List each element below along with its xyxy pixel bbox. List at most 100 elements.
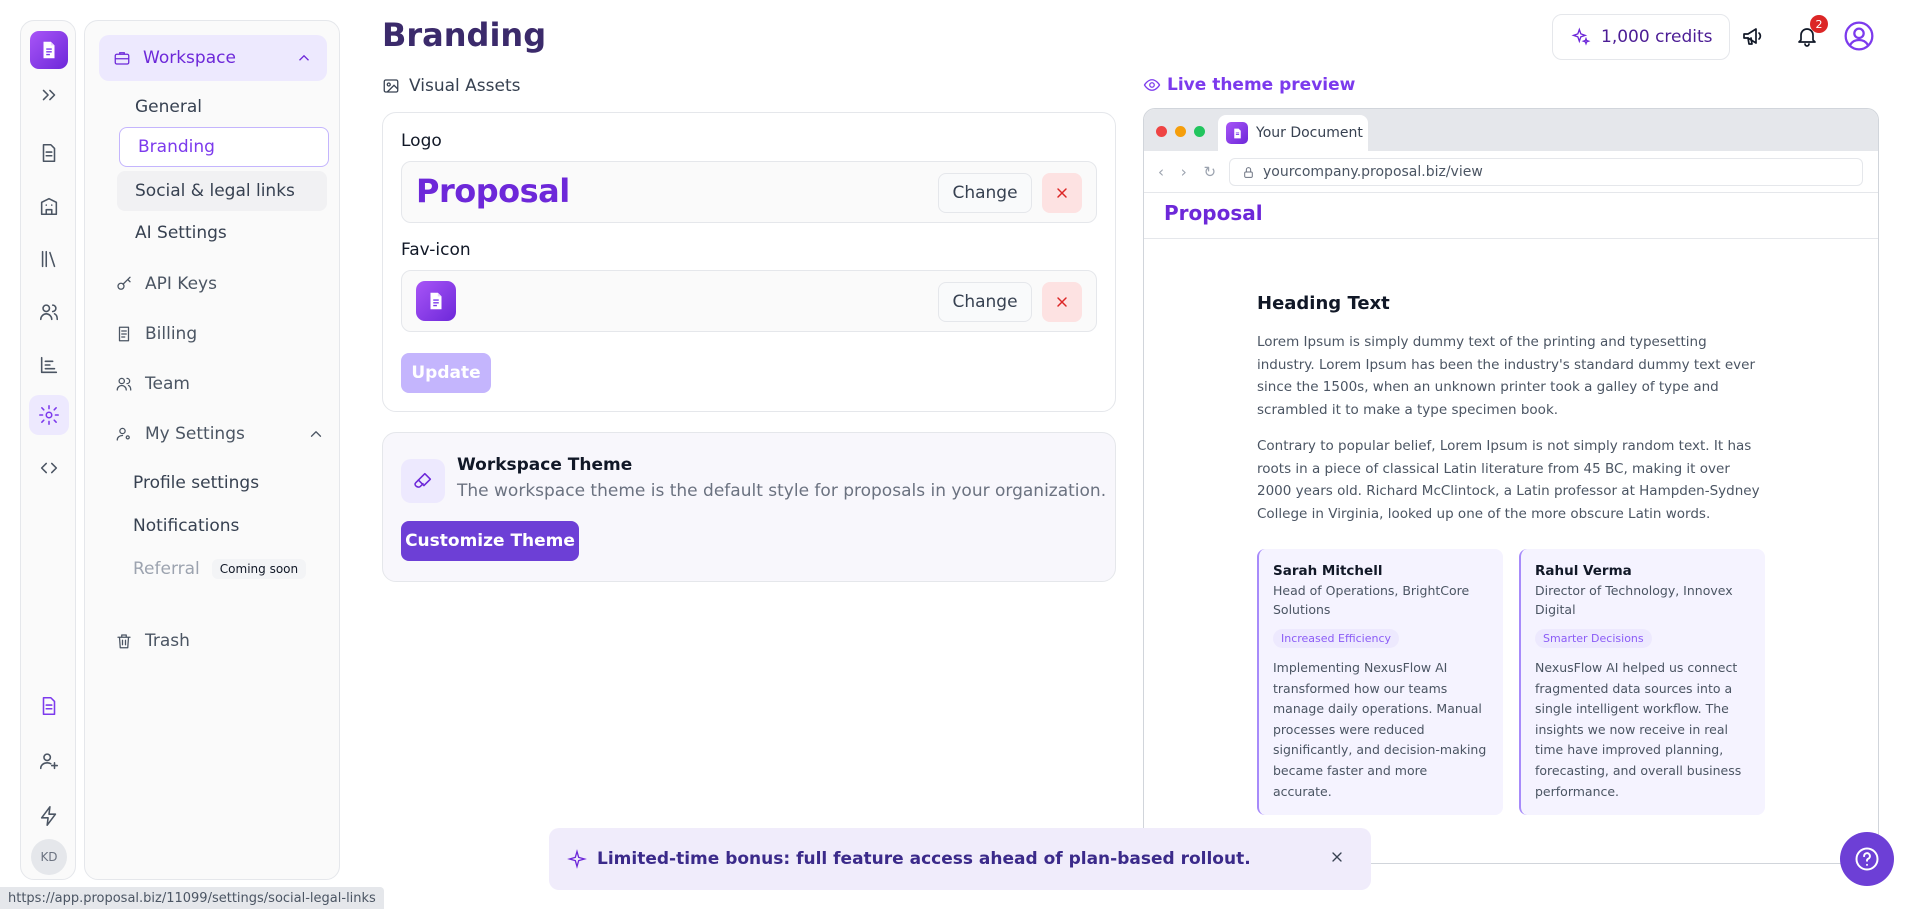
sidebar-item-notifications[interactable]: Notifications	[133, 511, 239, 541]
trash-icon	[117, 634, 131, 649]
banner-close-icon[interactable]	[1329, 849, 1349, 869]
browser-nav-icons: ‹ › ↻	[1158, 163, 1223, 181]
question-icon	[1855, 847, 1879, 871]
lock-icon	[1244, 166, 1253, 178]
testimonial-role: Head of Operations, BrightCore Solutions	[1273, 583, 1470, 617]
logo-image: Proposal	[416, 172, 570, 210]
testimonial-body: NexusFlow AI helped us connect fragmente…	[1535, 660, 1742, 799]
notification-count-badge: 2	[1810, 15, 1828, 33]
user-avatar[interactable]: KD	[31, 839, 67, 875]
logo-label: Logo	[401, 131, 442, 151]
remove-logo-button[interactable]	[1042, 173, 1082, 213]
expand-sidebar-icon[interactable]	[29, 75, 69, 115]
sidebar-item-social-legal-links[interactable]: Social & legal links	[117, 171, 327, 211]
sidebar-item-api-keys[interactable]: API Keys	[115, 264, 325, 304]
workspace-section-toggle[interactable]: Workspace	[99, 35, 327, 81]
visual-assets-label: Visual Assets	[409, 76, 521, 96]
testimonial-role: Director of Technology, Innovex Digital	[1535, 583, 1733, 617]
sidebar-item-general[interactable]: General	[117, 87, 327, 127]
api-keys-label: API Keys	[145, 274, 217, 294]
browser-preview-frame: Your Document ‹ › ↻ yourcompany.proposal…	[1143, 108, 1879, 864]
preview-paragraph-2: Contrary to popular belief, Lorem Ipsum …	[1257, 438, 1760, 522]
invite-user-icon[interactable]	[29, 741, 69, 781]
change-logo-button[interactable]: Change	[938, 173, 1032, 213]
receipt-icon	[118, 326, 130, 342]
tab-title: Your Document	[1256, 125, 1363, 141]
notifications-bell-icon[interactable]: 2	[1790, 15, 1828, 53]
window-minimize-dot	[1175, 126, 1186, 137]
contacts-icon[interactable]	[29, 292, 69, 332]
my-settings-section-toggle[interactable]: My Settings	[115, 414, 325, 454]
settings-sidebar: Workspace General Branding Social & lega…	[84, 20, 340, 880]
workspace-theme-card: Workspace Theme The workspace theme is t…	[382, 432, 1116, 582]
logo-preview-box: Proposal Change	[401, 161, 1097, 223]
sidebar-item-trash[interactable]: Trash	[115, 621, 325, 661]
testimonial-card: Rahul Verma Director of Technology, Inno…	[1519, 549, 1765, 815]
building-icon[interactable]	[29, 186, 69, 226]
workspace-label: Workspace	[143, 48, 236, 68]
close-icon	[1057, 188, 1067, 198]
favicon-image	[416, 281, 456, 321]
live-preview-heading: Live theme preview	[1143, 75, 1355, 95]
eye-icon	[1143, 79, 1161, 91]
preview-url: yourcompany.proposal.biz/view	[1229, 158, 1863, 186]
sidebar-item-profile-settings[interactable]: Profile settings	[133, 468, 259, 498]
window-close-dot	[1156, 126, 1167, 137]
chevron-up-icon	[310, 431, 322, 437]
testimonial-tag: Smarter Decisions	[1535, 629, 1652, 648]
browser-status-url: https://app.proposal.biz/11099/settings/…	[0, 887, 384, 909]
documents-icon[interactable]	[29, 133, 69, 173]
visual-assets-heading: Visual Assets	[382, 76, 520, 96]
app-logo-icon[interactable]	[30, 31, 68, 69]
new-document-icon[interactable]	[29, 686, 69, 726]
update-button[interactable]: Update	[401, 353, 491, 393]
testimonial-name: Rahul Verma	[1535, 563, 1632, 579]
credits-label: 1,000 credits	[1601, 27, 1713, 47]
profile-icon[interactable]	[1842, 19, 1876, 53]
coming-soon-badge: Coming soon	[211, 559, 307, 579]
code-icon[interactable]	[29, 448, 69, 488]
sidebar-item-branding[interactable]: Branding	[119, 127, 329, 167]
preview-heading: Heading Text	[1257, 293, 1390, 314]
help-button[interactable]	[1840, 832, 1894, 886]
browser-url-bar: ‹ › ↻ yourcompany.proposal.biz/view	[1144, 151, 1878, 193]
window-maximize-dot	[1194, 126, 1205, 137]
sidebar-item-referral: Referral Coming soon	[133, 554, 307, 584]
sidebar-item-billing[interactable]: Billing	[115, 314, 325, 354]
credits-button[interactable]: 1,000 credits	[1552, 14, 1730, 60]
preview-paragraph-1: Lorem Ipsum is simply dummy text of the …	[1257, 334, 1756, 418]
testimonial-body: Implementing NexusFlow AI transformed ho…	[1273, 660, 1487, 799]
chevron-up-icon	[299, 54, 309, 61]
customize-theme-button[interactable]: Customize Theme	[401, 521, 579, 561]
testimonial-tag: Increased Efficiency	[1273, 629, 1400, 648]
preview-url-text: yourcompany.proposal.biz/view	[1263, 164, 1483, 180]
promo-banner-text: Limited-time bonus: full feature access …	[597, 849, 1251, 869]
browser-tab-bar: Your Document	[1144, 109, 1878, 151]
remove-favicon-button[interactable]	[1042, 282, 1082, 322]
sparkle-icon	[567, 849, 587, 869]
analytics-icon[interactable]	[29, 345, 69, 385]
image-icon	[383, 79, 399, 93]
change-favicon-button[interactable]: Change	[938, 282, 1032, 322]
library-icon[interactable]	[29, 239, 69, 279]
promo-banner: Limited-time bonus: full feature access …	[549, 828, 1371, 890]
close-icon	[1057, 297, 1067, 307]
live-preview-label: Live theme preview	[1167, 75, 1356, 95]
lightning-icon[interactable]	[29, 796, 69, 836]
testimonial-name: Sarah Mitchell	[1273, 563, 1383, 579]
referral-label: Referral	[133, 559, 200, 579]
sidebar-item-team[interactable]: Team	[115, 364, 325, 404]
briefcase-icon	[114, 52, 130, 65]
preview-site-header: Proposal	[1144, 193, 1878, 239]
favicon-label: Fav-icon	[401, 240, 471, 260]
settings-icon[interactable]	[29, 395, 69, 435]
trash-label: Trash	[145, 631, 190, 651]
announcements-icon[interactable]	[1736, 19, 1770, 53]
team-label: Team	[145, 374, 190, 394]
my-settings-label: My Settings	[145, 424, 245, 444]
sidebar-item-ai-settings[interactable]: AI Settings	[117, 213, 327, 253]
user-settings-icon	[116, 427, 130, 441]
icon-rail: KD	[20, 20, 76, 880]
preview-site-logo: Proposal	[1164, 201, 1263, 225]
page-title: Branding	[382, 16, 547, 54]
